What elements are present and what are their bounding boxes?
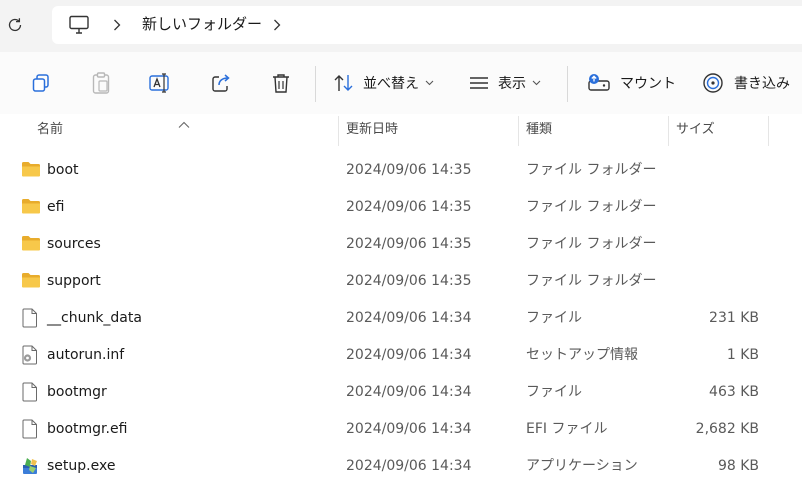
file-modified-date: 2024/09/06 14:34 — [346, 384, 472, 400]
file-name: bootmgr.efi — [47, 421, 128, 437]
file-type: ファイル — [526, 384, 582, 400]
file-modified-date: 2024/09/06 14:34 — [346, 347, 472, 363]
file-name: support — [47, 273, 101, 289]
file-size: 231 KB — [709, 310, 759, 326]
folder-icon — [21, 234, 41, 254]
file-name: sources — [47, 236, 101, 252]
setup-exe-icon — [21, 456, 41, 476]
file-row[interactable]: efi 2024/09/06 14:35 ファイル フォルダー — [0, 189, 802, 226]
paste-icon[interactable] — [88, 70, 114, 96]
toolbar-divider — [315, 66, 316, 102]
view-list-icon — [468, 74, 490, 92]
column-divider[interactable] — [668, 116, 669, 146]
file-row[interactable]: autorun.inf 2024/09/06 14:34 セットアップ情報 1 KB — [0, 337, 802, 374]
address-bar: 新しいフォルダー — [0, 0, 802, 52]
burn-label: 書き込み — [734, 76, 790, 92]
file-modified-date: 2024/09/06 14:35 — [346, 273, 472, 289]
folder-icon — [21, 271, 41, 291]
file-name: autorun.inf — [47, 347, 125, 363]
file-row[interactable]: bootmgr.efi 2024/09/06 14:34 EFI ファイル 2,682… — [0, 411, 802, 448]
file-size: 463 KB — [709, 384, 759, 400]
folder-icon — [21, 160, 41, 180]
refresh-icon[interactable] — [4, 14, 26, 36]
header-type[interactable]: 種類 — [526, 114, 552, 148]
setup-info-icon — [21, 345, 41, 365]
view-button[interactable]: 表示 — [468, 64, 542, 102]
file-name: setup.exe — [47, 458, 116, 474]
file-modified-date: 2024/09/06 14:34 — [346, 310, 472, 326]
file-row[interactable]: bootmgr 2024/09/06 14:34 ファイル 463 KB — [0, 374, 802, 411]
file-type: ファイル — [526, 310, 582, 326]
file-row[interactable]: support 2024/09/06 14:35 ファイル フォルダー — [0, 263, 802, 300]
folder-icon — [21, 197, 41, 217]
mount-drive-icon — [587, 73, 611, 93]
file-type: ファイル フォルダー — [526, 162, 657, 178]
chevron-down-icon — [532, 78, 542, 88]
copy-icon[interactable] — [28, 70, 54, 96]
file-modified-date: 2024/09/06 14:35 — [346, 162, 472, 178]
column-header: 名前 更新日時 種類 サイズ — [0, 114, 802, 148]
view-label: 表示 — [498, 76, 526, 92]
file-name: efi — [47, 199, 65, 215]
file-type: セットアップ情報 — [526, 347, 638, 363]
sort-label: 並べ替え — [363, 76, 419, 92]
file-type: アプリケーション — [526, 458, 638, 474]
delete-icon[interactable] — [268, 70, 294, 96]
sort-icon — [333, 73, 355, 93]
chevron-right-icon[interactable] — [110, 15, 124, 35]
burn-disc-icon — [702, 72, 724, 94]
file-name: bootmgr — [47, 384, 107, 400]
file-type: ファイル フォルダー — [526, 236, 657, 252]
this-pc-icon[interactable] — [68, 15, 90, 35]
file-row[interactable]: setup.exe 2024/09/06 14:34 アプリケーション 98 KB — [0, 448, 802, 485]
file-type: ファイル フォルダー — [526, 199, 657, 215]
file-modified-date: 2024/09/06 14:34 — [346, 458, 472, 474]
header-name[interactable]: 名前 — [37, 114, 63, 148]
header-size[interactable]: サイズ — [676, 114, 715, 148]
file-type: EFI ファイル — [526, 421, 608, 437]
file-modified-date: 2024/09/06 14:34 — [346, 421, 472, 437]
chevron-down-icon — [425, 78, 435, 88]
chevron-right-icon[interactable] — [270, 15, 284, 35]
file-icon — [21, 419, 41, 439]
rename-icon[interactable] — [147, 70, 173, 96]
breadcrumb-folder[interactable]: 新しいフォルダー — [142, 14, 262, 34]
command-bar: 並べ替え 表示 マウント 書き込み — [0, 52, 802, 115]
header-date[interactable]: 更新日時 — [346, 114, 398, 148]
file-modified-date: 2024/09/06 14:35 — [346, 236, 472, 252]
mount-button[interactable]: マウント — [587, 64, 676, 102]
column-divider[interactable] — [518, 116, 519, 146]
sort-button[interactable]: 並べ替え — [333, 64, 435, 102]
toolbar-divider — [567, 66, 568, 102]
sort-ascending-icon — [178, 114, 190, 128]
file-name: boot — [47, 162, 79, 178]
column-divider[interactable] — [338, 116, 339, 146]
burn-button[interactable]: 書き込み — [702, 64, 790, 102]
file-modified-date: 2024/09/06 14:35 — [346, 199, 472, 215]
file-icon — [21, 382, 41, 402]
file-size: 2,682 KB — [695, 421, 759, 437]
breadcrumb[interactable]: 新しいフォルダー — [52, 6, 802, 44]
file-icon — [21, 308, 41, 328]
file-name: __chunk_data — [47, 310, 142, 326]
file-row[interactable]: sources 2024/09/06 14:35 ファイル フォルダー — [0, 226, 802, 263]
share-icon[interactable] — [208, 70, 234, 96]
mount-label: マウント — [620, 76, 676, 92]
file-type: ファイル フォルダー — [526, 273, 657, 289]
file-size: 1 KB — [726, 347, 759, 363]
file-row[interactable]: __chunk_data 2024/09/06 14:34 ファイル 231 KB — [0, 300, 802, 337]
file-row[interactable]: boot 2024/09/06 14:35 ファイル フォルダー — [0, 152, 802, 189]
file-size: 98 KB — [717, 458, 759, 474]
column-divider[interactable] — [768, 116, 769, 146]
